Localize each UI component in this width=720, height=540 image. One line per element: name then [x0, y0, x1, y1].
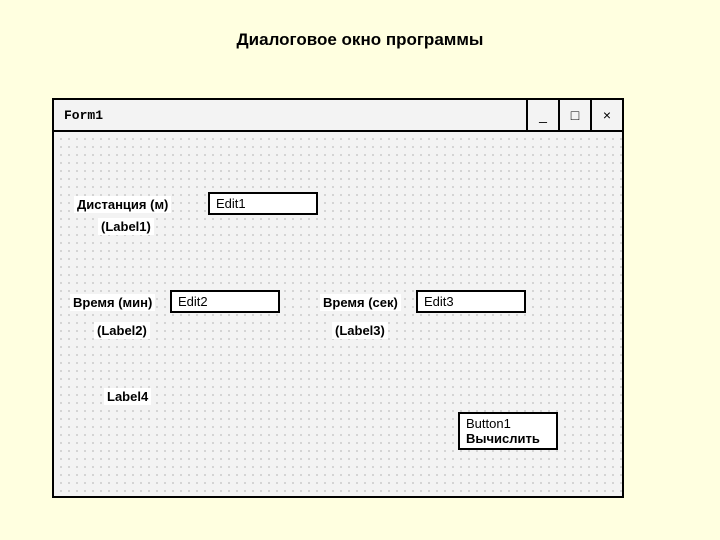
titlebar: Form1 _ □ ×: [54, 100, 622, 132]
label-distance-id: (Label1): [98, 218, 154, 235]
button-name: Button1: [466, 416, 550, 431]
form-window: Form1 _ □ × Дистанция (м) (Label1) Edit1…: [52, 98, 624, 498]
window-title: Form1: [64, 108, 103, 123]
label-distance: Дистанция (м): [74, 196, 171, 213]
label-time-min: Время (мин): [70, 294, 155, 311]
label-time-sec: Время (сек): [320, 294, 401, 311]
form-designer-surface[interactable]: Дистанция (м) (Label1) Edit1 Время (мин)…: [54, 132, 622, 498]
maximize-button[interactable]: □: [558, 100, 590, 130]
edit3-field[interactable]: Edit3: [416, 290, 526, 313]
close-button[interactable]: ×: [590, 100, 622, 130]
label-time-min-id: (Label2): [94, 322, 150, 339]
titlebar-buttons: _ □ ×: [526, 100, 622, 130]
minimize-button[interactable]: _: [526, 100, 558, 130]
button-caption: Вычислить: [466, 431, 550, 446]
edit1-field[interactable]: Edit1: [208, 192, 318, 215]
edit2-field[interactable]: Edit2: [170, 290, 280, 313]
label-time-sec-id: (Label3): [332, 322, 388, 339]
page-heading: Диалоговое окно программы: [0, 0, 720, 60]
label-output: Label4: [104, 388, 151, 405]
calculate-button[interactable]: Button1 Вычислить: [458, 412, 558, 450]
